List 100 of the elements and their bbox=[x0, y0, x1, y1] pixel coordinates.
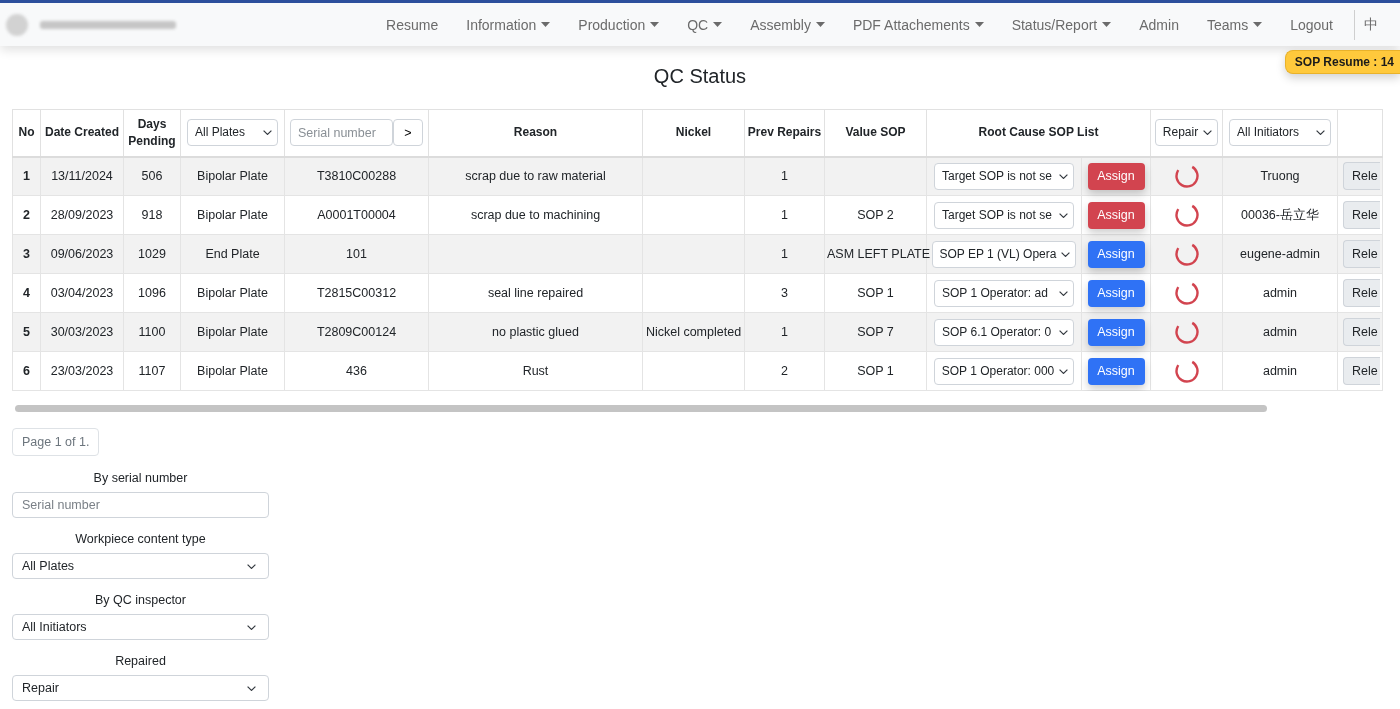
serial-number-input[interactable]: Serial number bbox=[290, 119, 393, 147]
table-cell: ASM LEFT PLATE bbox=[827, 247, 931, 261]
column-header: Reason bbox=[513, 124, 558, 142]
spinner-icon bbox=[1174, 320, 1199, 344]
column-header: Value SOP bbox=[845, 124, 906, 142]
release-button[interactable]: Rele bbox=[1343, 240, 1380, 268]
table-cell: 5 bbox=[23, 325, 30, 339]
table-cell: admin bbox=[1262, 364, 1297, 378]
nav-link[interactable]: Assembly bbox=[736, 16, 839, 33]
table-cell: SOP 2 bbox=[857, 208, 894, 222]
page-indicator: Page 1 of 1. bbox=[12, 428, 100, 456]
table-cell: eugene-admin bbox=[1240, 247, 1320, 261]
table-cell: 03/04/2023 bbox=[50, 286, 114, 300]
nav-link[interactable]: QC bbox=[673, 16, 737, 33]
column-header: Date Created bbox=[45, 124, 119, 142]
nav-link[interactable]: Logout bbox=[1276, 16, 1347, 33]
serial-number-field[interactable]: Serial number bbox=[12, 492, 269, 518]
sop-resume-badge[interactable]: SOP Resume : 14 bbox=[1284, 50, 1400, 74]
table-cell: 2 bbox=[23, 208, 30, 222]
filter-select[interactable]: Repair bbox=[12, 675, 269, 701]
search-button[interactable]: > bbox=[393, 119, 423, 147]
filter-label: By serial number bbox=[92, 470, 189, 487]
chevron-down-icon bbox=[263, 130, 272, 136]
table-cell: SOP 1 bbox=[857, 364, 894, 378]
table-cell: 1 bbox=[781, 325, 788, 339]
horizontal-scrollbar[interactable] bbox=[15, 405, 1267, 412]
root-cause-select[interactable]: SOP 1 Operator: ad bbox=[934, 279, 1074, 307]
column-header: Prev Repairs bbox=[747, 124, 822, 142]
table-cell: 1 bbox=[23, 169, 30, 184]
assign-button[interactable]: Assign bbox=[1087, 201, 1145, 229]
release-button[interactable]: Rele bbox=[1343, 162, 1380, 191]
spinner-icon bbox=[1174, 281, 1199, 305]
table-cell: 1029 bbox=[138, 247, 166, 261]
table-cell: admin bbox=[1262, 286, 1297, 300]
column-header: No bbox=[18, 124, 35, 142]
table-cell: Bipolar Plate bbox=[197, 364, 268, 378]
chevron-down-icon bbox=[1059, 368, 1069, 374]
filter-select[interactable]: All Plates bbox=[12, 553, 269, 579]
column-filter-select[interactable]: All Plates bbox=[187, 119, 278, 147]
root-cause-select[interactable]: Target SOP is not se bbox=[934, 201, 1074, 229]
caret-down-icon bbox=[541, 22, 551, 27]
nav-link[interactable]: Teams bbox=[1192, 16, 1277, 33]
release-button[interactable]: Rele bbox=[1343, 201, 1380, 229]
chevron-down-icon bbox=[1059, 173, 1068, 179]
column-header: Root Cause SOP List bbox=[978, 124, 1099, 142]
table-cell: 1096 bbox=[138, 286, 166, 300]
table-cell: no plastic glued bbox=[492, 325, 579, 339]
table-cell: 436 bbox=[346, 364, 367, 378]
column-header: Nickel bbox=[675, 124, 712, 142]
nav-link[interactable]: PDF Attachements bbox=[838, 16, 998, 33]
table-cell: T2809C00124 bbox=[316, 325, 397, 339]
table-cell: Nickel completed bbox=[645, 325, 742, 339]
table-cell: 1100 bbox=[138, 325, 166, 339]
table-cell: Bipolar Plate bbox=[197, 208, 268, 222]
column-filter-select[interactable]: All Initiators bbox=[1229, 119, 1331, 147]
table-cell: T3810C00288 bbox=[316, 169, 397, 184]
table-cell: 23/03/2023 bbox=[50, 364, 114, 378]
table-cell: scrap due to machining bbox=[470, 208, 601, 222]
assign-button[interactable]: Assign bbox=[1087, 240, 1145, 268]
nav-link[interactable]: Production bbox=[564, 16, 674, 33]
chevron-down-icon bbox=[247, 563, 256, 569]
assign-button[interactable]: Assign bbox=[1087, 279, 1145, 307]
chevron-down-icon bbox=[1061, 251, 1071, 257]
table-cell: Bipolar Plate bbox=[197, 286, 268, 300]
root-cause-select[interactable]: Target SOP is not se bbox=[934, 162, 1074, 190]
nav-link[interactable]: Status/Report bbox=[997, 16, 1126, 33]
table-cell: 30/03/2023 bbox=[50, 325, 114, 339]
assign-button[interactable]: Assign bbox=[1087, 357, 1145, 385]
release-button[interactable]: Rele bbox=[1343, 318, 1380, 346]
filter-label: Repaired bbox=[114, 653, 167, 670]
column-filter-select[interactable]: Repair bbox=[1154, 119, 1219, 147]
chevron-down-icon bbox=[1203, 130, 1213, 136]
assign-button[interactable]: Assign bbox=[1087, 162, 1145, 190]
root-cause-select[interactable]: SOP EP 1 (VL) Opera bbox=[931, 240, 1077, 268]
filter-select[interactable]: All Initiators bbox=[12, 614, 269, 640]
root-cause-select[interactable]: SOP 6.1 Operator: 0 bbox=[934, 318, 1074, 346]
table-cell: End Plate bbox=[205, 247, 260, 261]
table-cell: Truong bbox=[1260, 169, 1300, 184]
nav-link[interactable]: Admin bbox=[1125, 16, 1193, 33]
nav-link[interactable]: Information bbox=[452, 16, 565, 33]
table-cell: scrap due to raw material bbox=[465, 169, 606, 184]
assign-button[interactable]: Assign bbox=[1087, 318, 1145, 346]
spinner-icon bbox=[1174, 242, 1199, 266]
caret-down-icon bbox=[1253, 22, 1263, 27]
caret-down-icon bbox=[815, 22, 825, 27]
page-title: QC Status bbox=[653, 64, 747, 88]
table-cell: 1 bbox=[781, 169, 788, 184]
chevron-down-icon bbox=[1316, 130, 1325, 136]
spinner-icon bbox=[1174, 203, 1199, 227]
table-cell: T2815C00312 bbox=[316, 286, 397, 300]
root-cause-select[interactable]: SOP 1 Operator: 000 bbox=[933, 357, 1075, 385]
language-toggle[interactable]: 中 bbox=[1364, 15, 1378, 34]
release-button[interactable]: Rele bbox=[1343, 279, 1380, 307]
filter-label: Workpiece content type bbox=[74, 531, 207, 548]
release-button[interactable]: Rele bbox=[1343, 357, 1380, 385]
table-cell: 1 bbox=[781, 208, 788, 222]
filter-label: By QC inspector bbox=[94, 592, 187, 609]
caret-down-icon bbox=[650, 22, 660, 27]
nav-link[interactable]: Resume bbox=[372, 16, 453, 33]
table-cell: A0001T00004 bbox=[317, 208, 396, 222]
